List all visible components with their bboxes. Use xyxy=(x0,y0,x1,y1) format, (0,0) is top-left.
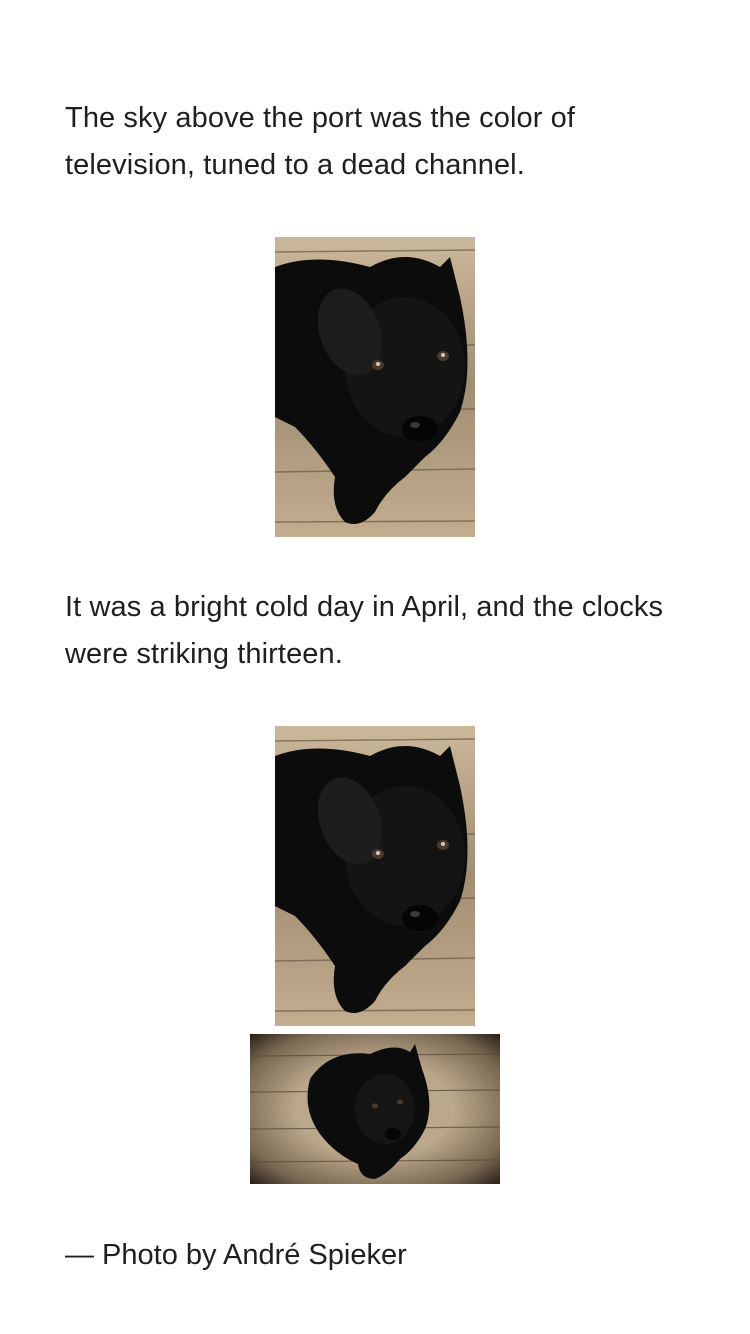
dog-photo xyxy=(275,726,475,1026)
paragraph-text: It was a bright cold day in April, and t… xyxy=(65,591,664,670)
paragraph-text: The sky above the port was the color of … xyxy=(65,102,576,181)
dog-photo-landscape xyxy=(250,1034,500,1184)
dog-photo xyxy=(275,237,475,537)
photo-credit-caption: — Photo by André Spieker xyxy=(65,1239,407,1271)
